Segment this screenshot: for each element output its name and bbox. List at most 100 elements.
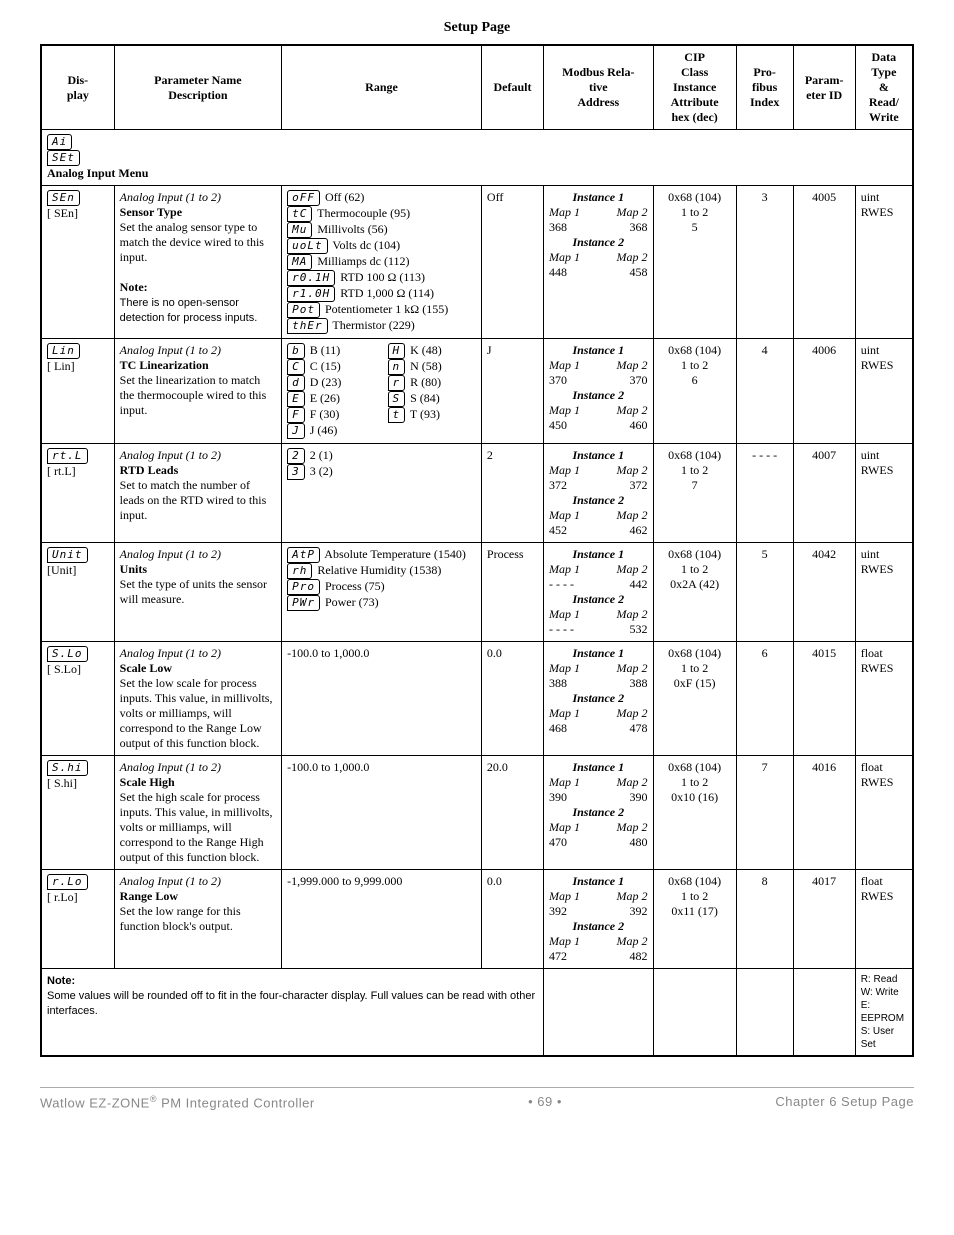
profibus-cell: 3 [736, 186, 793, 339]
param-name: RTD Leads [120, 463, 179, 477]
paramid-cell: 4016 [793, 756, 855, 870]
menu-title: Analog Input Menu [47, 166, 148, 180]
footer-left-a: Watlow EZ-ZONE [40, 1095, 150, 1110]
param-desc: Set the type of units the sensor will me… [120, 577, 267, 606]
param-name: Scale High [120, 775, 175, 789]
modbus-cell: Instance 1 Map 1Map 2 370370 Instance 2 … [544, 339, 654, 444]
col-paramname: Parameter Name Description [114, 45, 281, 130]
range-cell: -100.0 to 1,000.0 [282, 642, 482, 756]
display-seg: Unit [47, 547, 88, 563]
datatype-cell: uint RWES [855, 444, 913, 543]
display-seg: Lin [47, 343, 80, 359]
param-name: TC Linearization [120, 358, 209, 372]
param-row: S.hi[ S.hi] Analog Input (1 to 2) Scale H… [41, 756, 913, 870]
setup-table: Dis- play Parameter Name Description Ran… [40, 44, 914, 1057]
note-text: Some values will be rounded off to fit i… [47, 990, 535, 1017]
param-desc: Set the low range for this function bloc… [120, 904, 241, 933]
param-row: SEn[ SEn] Analog Input (1 to 2) Sensor Ty… [41, 186, 913, 339]
param-name: Sensor Type [120, 205, 182, 219]
param-group: Analog Input (1 to 2) [120, 343, 221, 357]
footer-right: Chapter 6 Setup Page [775, 1094, 914, 1110]
param-row: S.Lo[ S.Lo] Analog Input (1 to 2) Scale L… [41, 642, 913, 756]
display-seg: S.hi [47, 760, 88, 776]
menu-seg-2: SEt [47, 150, 80, 166]
param-group: Analog Input (1 to 2) [120, 547, 221, 561]
display-bracket: [ rt.L] [47, 464, 76, 478]
datatype-cell: uint RWES [855, 543, 913, 642]
param-name: Range Low [120, 889, 178, 903]
profibus-cell: 8 [736, 870, 793, 969]
display-seg: r.Lo [47, 874, 88, 890]
profibus-cell: 6 [736, 642, 793, 756]
param-group: Analog Input (1 to 2) [120, 448, 221, 462]
cip-cell: 0x68 (104)1 to 26 [653, 339, 736, 444]
profibus-cell: - - - - [736, 444, 793, 543]
footer-page-number: • 69 • [528, 1094, 562, 1110]
menu-seg-1: Ai [47, 134, 72, 150]
rw-legend: R: ReadW: WriteE: EEPROMS: User Set [861, 973, 907, 1051]
cip-cell: 0x68 (104)1 to 25 [653, 186, 736, 339]
paramid-cell: 4015 [793, 642, 855, 756]
col-profibus: Pro- fibus Index [736, 45, 793, 130]
col-default: Default [481, 45, 543, 130]
param-group: Analog Input (1 to 2) [120, 646, 221, 660]
display-bracket: [ r.Lo] [47, 890, 78, 904]
param-group: Analog Input (1 to 2) [120, 760, 221, 774]
col-modbus: Modbus Rela- tive Address [544, 45, 654, 130]
range-cell: AtP Absolute Temperature (1540)rh Relati… [282, 543, 482, 642]
datatype-cell: float RWES [855, 756, 913, 870]
range-cell: -100.0 to 1,000.0 [282, 756, 482, 870]
modbus-cell: Instance 1 Map 1Map 2 392392 Instance 2 … [544, 870, 654, 969]
page-footer: Watlow EZ-ZONE® PM Integrated Controller… [40, 1087, 914, 1110]
datatype-cell: float RWES [855, 642, 913, 756]
paramid-cell: 4017 [793, 870, 855, 969]
modbus-cell: Instance 1 Map 1Map 2 388388 Instance 2 … [544, 642, 654, 756]
cip-cell: 0x68 (104)1 to 20xF (15) [653, 642, 736, 756]
param-desc: Set the analog sensor type to match the … [120, 220, 264, 264]
default-cell: J [481, 339, 543, 444]
display-bracket: [ S.Lo] [47, 662, 81, 676]
display-bracket: [ Lin] [47, 359, 75, 373]
profibus-cell: 4 [736, 339, 793, 444]
menu-header-row: Ai SEt Analog Input Menu [41, 130, 913, 186]
range-cell: 2 2 (1)3 3 (2) [282, 444, 482, 543]
display-bracket: [ SEn] [47, 206, 78, 220]
param-row: Lin[ Lin] Analog Input (1 to 2) TC Linear… [41, 339, 913, 444]
paramid-cell: 4005 [793, 186, 855, 339]
paramid-cell: 4006 [793, 339, 855, 444]
default-cell: 20.0 [481, 756, 543, 870]
bottom-note-row: Note: Some values will be rounded off to… [41, 969, 913, 1057]
default-cell: 0.0 [481, 870, 543, 969]
param-desc: Set the high scale for process inputs. T… [120, 790, 273, 864]
modbus-cell: Instance 1 Map 1Map 2 372372 Instance 2 … [544, 444, 654, 543]
display-seg: SEn [47, 190, 80, 206]
param-group: Analog Input (1 to 2) [120, 874, 221, 888]
col-datatype: Data Type & Read/ Write [855, 45, 913, 130]
paramid-cell: 4007 [793, 444, 855, 543]
param-group: Analog Input (1 to 2) [120, 190, 221, 204]
param-desc: Set to match the number of leads on the … [120, 478, 267, 522]
range-cell: -1,999.000 to 9,999.000 [282, 870, 482, 969]
col-range: Range [282, 45, 482, 130]
param-desc: Set the low scale for process inputs. Th… [120, 676, 273, 750]
cip-cell: 0x68 (104)1 to 27 [653, 444, 736, 543]
paramid-cell: 4042 [793, 543, 855, 642]
cip-cell: 0x68 (104)1 to 20x10 (16) [653, 756, 736, 870]
col-display: Dis- play [41, 45, 114, 130]
display-seg: S.Lo [47, 646, 88, 662]
col-cip: CIP Class Instance Attribute hex (dec) [653, 45, 736, 130]
profibus-cell: 5 [736, 543, 793, 642]
modbus-cell: Instance 1 Map 1Map 2 - - - -442 Instanc… [544, 543, 654, 642]
range-cell: oFF Off (62)tC Thermocouple (95)Mu Milli… [282, 186, 482, 339]
datatype-cell: uint RWES [855, 186, 913, 339]
display-bracket: [ S.hi] [47, 776, 77, 790]
modbus-cell: Instance 1 Map 1Map 2 390390 Instance 2 … [544, 756, 654, 870]
modbus-cell: Instance 1 Map 1Map 2 368368 Instance 2 … [544, 186, 654, 339]
param-name: Scale Low [120, 661, 172, 675]
default-cell: 0.0 [481, 642, 543, 756]
note-label: Note: [47, 975, 75, 987]
profibus-cell: 7 [736, 756, 793, 870]
range-cell: b B (11)C C (15)d D (23)E E (26)F F (30)… [282, 339, 482, 444]
footer-left-b: PM Integrated Controller [157, 1095, 315, 1110]
param-row: rt.L[ rt.L]Analog Input (1 to 2) RTD Lea… [41, 444, 913, 543]
